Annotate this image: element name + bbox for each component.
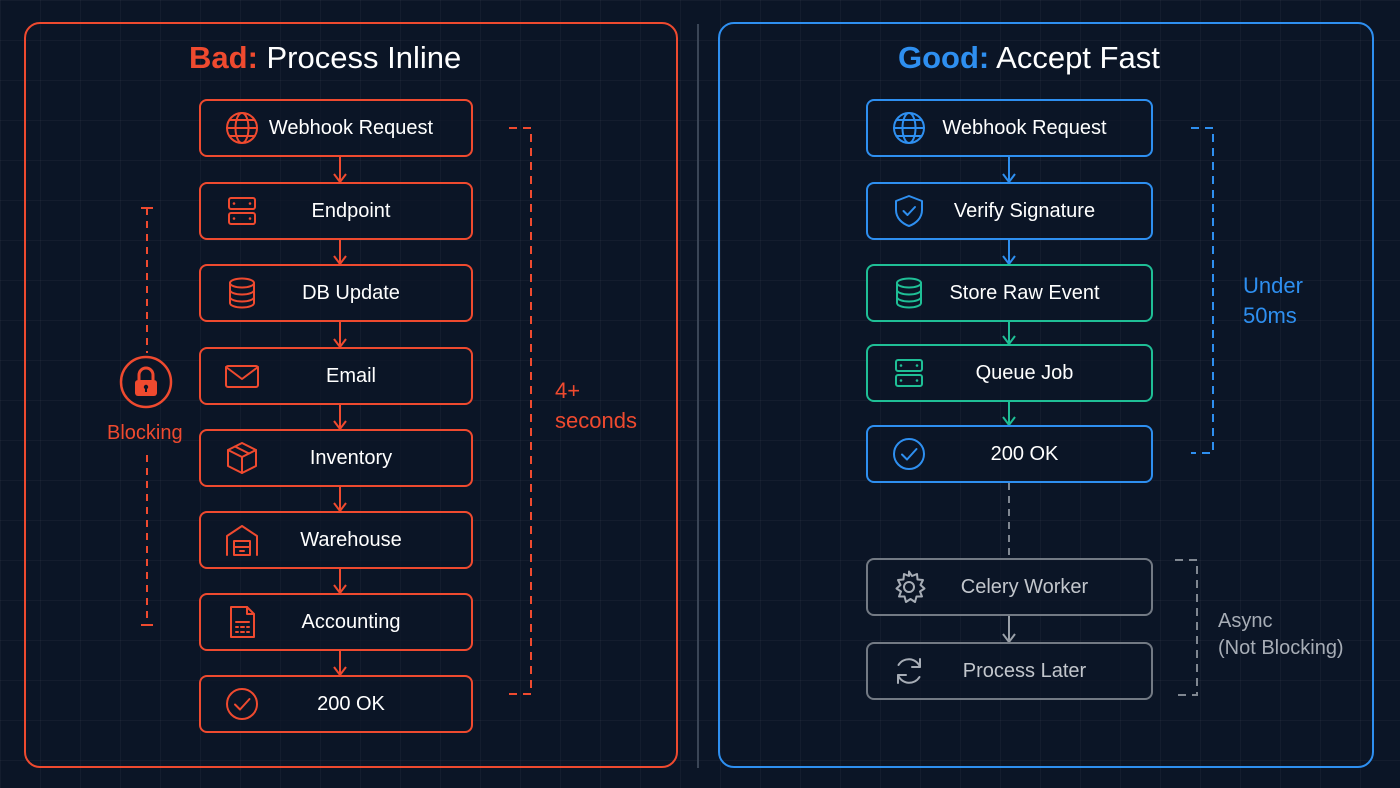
good-duration-line1: Under <box>1243 273 1303 298</box>
good-step-store-raw-event: Store Raw Event <box>866 264 1153 322</box>
good-step-webhook-request-label: Webhook Request <box>942 116 1107 139</box>
globe-icon <box>890 109 928 147</box>
bad-step-webhook-request-label: Webhook Request <box>268 116 434 139</box>
gear-icon <box>890 568 928 606</box>
bad-step-200-ok-label: 200 OK <box>317 692 385 715</box>
bad-step-accounting-label: Accounting <box>301 610 401 633</box>
good-step-webhook-request: Webhook Request <box>866 99 1153 157</box>
good-step-store-raw-event-label: Store Raw Event <box>949 281 1100 304</box>
bad-step-endpoint-label: Endpoint <box>311 199 391 222</box>
good-title-rest: Accept Fast <box>989 40 1160 75</box>
bad-step-webhook-request: Webhook Request <box>199 99 473 157</box>
async-step-celery-worker: Celery Worker <box>866 558 1153 616</box>
bad-step-accounting: Accounting <box>199 593 473 651</box>
good-duration-line2: 50ms <box>1243 303 1297 328</box>
good-title-accent: Good: <box>898 40 990 75</box>
good-step-200-ok: 200 OK <box>866 425 1153 483</box>
good-title: Good: Accept Fast <box>898 40 1160 76</box>
mail-icon <box>223 357 261 395</box>
bad-step-warehouse: Warehouse <box>199 511 473 569</box>
bad-step-db-update: DB Update <box>199 264 473 322</box>
bad-duration-label: 4+ seconds <box>555 376 637 436</box>
database-icon <box>223 274 261 312</box>
package-icon <box>223 439 261 477</box>
bad-step-db-update-label: DB Update <box>302 281 400 304</box>
good-step-verify-signature: Verify Signature <box>866 182 1153 240</box>
good-step-verify-signature-label: Verify Signature <box>953 199 1096 222</box>
async-line1: Async <box>1218 610 1273 632</box>
check-circle-icon <box>223 685 261 723</box>
bad-step-email: Email <box>199 347 473 405</box>
async-step-process-later: Process Later <box>866 642 1153 700</box>
bad-duration-line2: seconds <box>555 408 637 433</box>
server-icon <box>223 192 261 230</box>
bad-step-email-label: Email <box>325 364 376 387</box>
shield-check-icon <box>890 192 928 230</box>
async-line2: (Not Blocking) <box>1218 637 1344 659</box>
globe-icon <box>223 109 261 147</box>
bad-title-accent: Bad: <box>189 40 258 75</box>
good-step-queue-job: Queue Job <box>866 344 1153 402</box>
database-icon <box>890 274 928 312</box>
panel-divider <box>697 24 699 768</box>
bad-step-endpoint: Endpoint <box>199 182 473 240</box>
good-step-200-ok-label: 200 OK <box>990 442 1059 465</box>
bad-step-200-ok: 200 OK <box>199 675 473 733</box>
bad-step-inventory-label: Inventory <box>309 446 393 469</box>
bad-title: Bad: Process Inline <box>189 40 461 76</box>
async-step-celery-worker-label: Celery Worker <box>960 575 1089 598</box>
blocking-label: Blocking <box>107 422 183 444</box>
lock-icon <box>119 355 173 409</box>
async-label: Async (Not Blocking) <box>1218 608 1344 662</box>
good-duration-label: Under 50ms <box>1243 271 1303 331</box>
bad-step-warehouse-label: Warehouse <box>300 528 402 551</box>
calculator-icon <box>223 603 261 641</box>
warehouse-icon <box>223 521 261 559</box>
server-icon <box>890 354 928 392</box>
bad-duration-line1: 4+ <box>555 378 581 403</box>
check-circle-icon <box>890 435 928 473</box>
async-step-process-later-label: Process Later <box>962 659 1087 682</box>
bad-title-rest: Process Inline <box>257 40 462 75</box>
good-step-queue-job-label: Queue Job <box>975 361 1074 384</box>
bad-step-inventory: Inventory <box>199 429 473 487</box>
refresh-icon <box>890 652 928 690</box>
